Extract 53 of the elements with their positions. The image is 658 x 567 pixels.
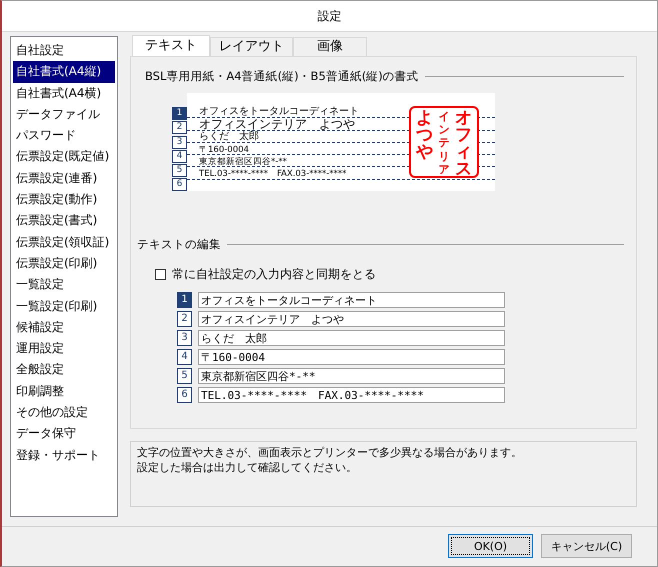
- checkbox[interactable]: [155, 269, 166, 280]
- sidebar-item[interactable]: パスワード: [13, 125, 115, 146]
- window-title: 設定: [318, 8, 342, 24]
- stamp-text: オフィス: [455, 110, 472, 174]
- sidebar-item[interactable]: その他の設定: [13, 402, 115, 424]
- text-field[interactable]: 東京都新宿区四谷*-**: [198, 368, 505, 384]
- group-title: テキストの編集: [137, 237, 221, 252]
- notice-text: 設定した場合は出力して確認してください。: [137, 460, 358, 475]
- line-number[interactable]: 5: [177, 368, 192, 384]
- text-field[interactable]: TEL.03-****-**** FAX.03-****-****: [198, 387, 505, 404]
- tab[interactable]: レイアウト: [210, 37, 293, 56]
- text-field[interactable]: らくだ 太郎: [198, 330, 505, 346]
- line-number[interactable]: 2: [177, 311, 192, 328]
- text-field[interactable]: オフィスインテリア よつや: [198, 311, 505, 328]
- sidebar-item[interactable]: 印刷調整: [13, 380, 115, 402]
- sidebar-item[interactable]: 運用設定: [13, 338, 115, 360]
- text-field[interactable]: 〒160-0004: [198, 349, 505, 366]
- sidebar-item[interactable]: 伝票設定(連番): [13, 168, 115, 190]
- sidebar-item[interactable]: 伝票設定(領収証): [13, 232, 115, 253]
- sidebar-item[interactable]: 自社書式(A4縦): [13, 61, 115, 83]
- sidebar-item[interactable]: 一覧設定: [13, 274, 115, 296]
- stamp-text: インテリア: [438, 110, 450, 174]
- sidebar-item[interactable]: 伝票設定(印刷): [13, 252, 115, 274]
- line-number[interactable]: 3: [177, 330, 192, 346]
- sidebar-item[interactable]: データ保守: [13, 423, 115, 445]
- line-number: 5: [172, 164, 187, 178]
- sidebar-item[interactable]: 伝票設定(書式): [13, 210, 115, 232]
- text-field[interactable]: オフィスをトータルコーディネート: [198, 292, 505, 308]
- cancel-button[interactable]: キャンセル(C): [541, 534, 632, 558]
- sidebar-item[interactable]: データファイル: [13, 104, 115, 126]
- notice-text: 文字の位置や大きさが、画面表示とプリンターで多少異なる場合があります。: [137, 445, 523, 460]
- line-number[interactable]: 1: [177, 292, 192, 308]
- sidebar-item[interactable]: 自社設定: [13, 40, 115, 62]
- group-title: BSL専用用紙・A4普通紙(縦)・B5普通紙(縦)の書式: [145, 69, 419, 84]
- tab[interactable]: 画像: [293, 37, 367, 56]
- line-number: 3: [172, 136, 187, 149]
- sidebar-item[interactable]: 伝票設定(動作): [13, 189, 115, 210]
- line-number: 1: [172, 107, 187, 120]
- sidebar-item[interactable]: 自社書式(A4横): [13, 82, 115, 104]
- line-number: 4: [172, 150, 187, 163]
- checkbox-label: 常に自社設定の入力内容と同期をとる: [172, 266, 376, 284]
- line-number[interactable]: 4: [177, 349, 192, 366]
- stamp-text: よつや: [416, 110, 433, 164]
- tab[interactable]: テキスト: [132, 35, 210, 56]
- sidebar-item[interactable]: 候補設定: [13, 316, 115, 338]
- sidebar-item[interactable]: 伝票設定(既定値): [13, 146, 115, 168]
- sidebar-item[interactable]: 一覧設定(印刷): [13, 296, 115, 317]
- line-number: 6: [172, 178, 187, 192]
- line-number[interactable]: 6: [177, 387, 192, 404]
- ok-button[interactable]: OK(O): [448, 534, 533, 558]
- sidebar-item[interactable]: 全般設定: [13, 359, 115, 381]
- sidebar-item[interactable]: 登録・サポート: [13, 444, 115, 466]
- line-number: 2: [172, 121, 187, 134]
